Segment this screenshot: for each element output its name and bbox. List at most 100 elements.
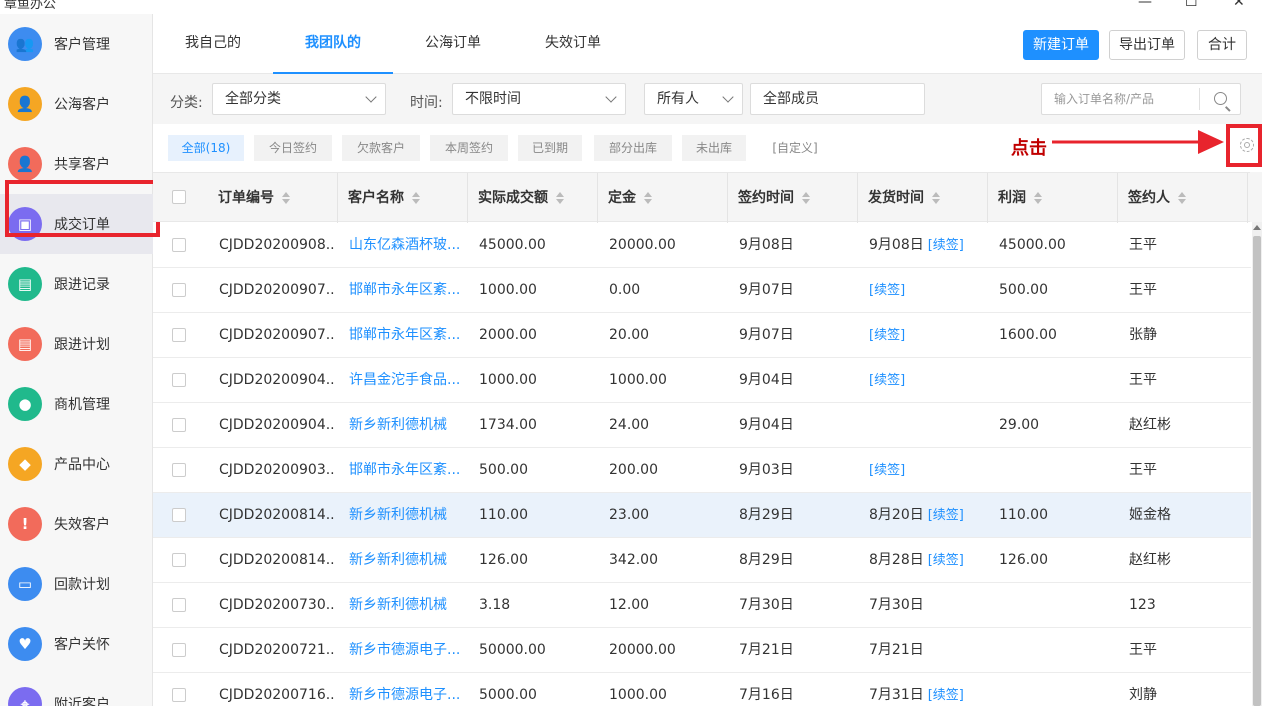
- customer-name-cell[interactable]: 新乡新利德机械: [349, 583, 465, 628]
- row-checkbox[interactable]: [172, 373, 186, 387]
- deposit-cell: 0.00: [609, 282, 641, 298]
- sidebar-item[interactable]: ◆ 产品中心: [0, 434, 153, 494]
- sort-icon[interactable]: [1178, 192, 1186, 204]
- sidebar-item[interactable]: ⌖ 附近客户: [0, 674, 153, 706]
- sort-icon[interactable]: [412, 192, 420, 204]
- time-select[interactable]: 不限时间: [452, 83, 626, 115]
- order-id-cell: CJDD20200904...: [219, 417, 335, 433]
- table-row[interactable]: CJDD20200907... 邯郸市永年区紊... 2000.00 20.00 9月0…: [153, 313, 1251, 358]
- category-select[interactable]: 全部分类: [212, 83, 386, 115]
- chip-not-outbound[interactable]: 未出库: [682, 135, 746, 161]
- customer-name-cell[interactable]: 邯郸市永年区紊...: [349, 448, 465, 493]
- renew-link[interactable]: [续签]: [928, 688, 964, 703]
- scroll-thumb[interactable]: [1253, 236, 1261, 706]
- scroll-up-icon[interactable]: [1253, 225, 1261, 230]
- chip-partial-outbound[interactable]: 部分出库: [594, 135, 672, 161]
- sort-icon[interactable]: [282, 192, 290, 204]
- row-checkbox[interactable]: [172, 508, 186, 522]
- column-header[interactable]: 利润: [988, 173, 1118, 223]
- column-header[interactable]: 订单编号: [208, 173, 338, 223]
- row-checkbox[interactable]: [172, 553, 186, 567]
- new-order-button[interactable]: 新建订单: [1023, 30, 1099, 60]
- signer-cell: 王平: [1129, 372, 1157, 388]
- table-row[interactable]: CJDD20200721... 新乡市德源电子... 50000.00 20000.0…: [153, 628, 1251, 673]
- customer-name-cell[interactable]: 新乡市德源电子...: [349, 673, 465, 706]
- renew-link[interactable]: [续签]: [928, 553, 964, 568]
- column-header[interactable]: 签约时间: [728, 173, 858, 223]
- row-checkbox[interactable]: [172, 328, 186, 342]
- column-header[interactable]: 签约人: [1118, 173, 1248, 223]
- renew-link[interactable]: [续签]: [928, 508, 964, 523]
- customer-name-cell[interactable]: 许昌金沱手食品...: [349, 358, 465, 403]
- renew-link[interactable]: [续签]: [869, 283, 905, 298]
- row-checkbox[interactable]: [172, 598, 186, 612]
- column-header[interactable]: 客户名称: [338, 173, 468, 223]
- customer-name-cell[interactable]: 山东亿森酒杯玻...: [349, 223, 465, 268]
- renew-link[interactable]: [续签]: [869, 463, 905, 478]
- maximize-icon[interactable]: ☐: [1185, 0, 1198, 10]
- owner-select[interactable]: 所有人: [644, 83, 743, 115]
- chip-today-signed[interactable]: 今日签约: [254, 135, 332, 161]
- chip-debt-customers[interactable]: 欠款客户: [342, 135, 420, 161]
- close-icon[interactable]: ✕: [1233, 0, 1245, 10]
- row-checkbox[interactable]: [172, 238, 186, 252]
- tab-team[interactable]: 我团队的: [273, 14, 393, 74]
- select-all-checkbox[interactable]: [172, 190, 186, 204]
- renew-link[interactable]: [续签]: [869, 328, 905, 343]
- column-header[interactable]: 定金: [598, 173, 728, 223]
- member-select[interactable]: 全部成员: [750, 83, 925, 115]
- table-row[interactable]: CJDD20200716... 新乡市德源电子... 5000.00 1000.00 7…: [153, 673, 1251, 706]
- vertical-scrollbar[interactable]: [1252, 222, 1262, 706]
- customer-name-cell[interactable]: 新乡新利德机械: [349, 493, 465, 538]
- sidebar-item[interactable]: ! 失效客户: [0, 494, 153, 554]
- customer-name-cell[interactable]: 邯郸市永年区紊...: [349, 313, 465, 358]
- customer-name-cell[interactable]: 新乡新利德机械: [349, 538, 465, 583]
- search-input[interactable]: [1042, 84, 1198, 114]
- row-checkbox[interactable]: [172, 688, 186, 702]
- sort-icon[interactable]: [932, 192, 940, 204]
- table-row[interactable]: CJDD20200904... 新乡新利德机械 1734.00 24.00 9月04日 2…: [153, 403, 1251, 448]
- row-checkbox[interactable]: [172, 463, 186, 477]
- row-checkbox[interactable]: [172, 643, 186, 657]
- sidebar-item[interactable]: ▣ 成交订单: [0, 194, 153, 254]
- customer-name-cell[interactable]: 新乡新利德机械: [349, 403, 465, 448]
- table-row[interactable]: CJDD20200814... 新乡新利德机械 110.00 23.00 8月29日 8月…: [153, 493, 1251, 538]
- customer-name-cell[interactable]: 邯郸市永年区紊...: [349, 268, 465, 313]
- row-checkbox[interactable]: [172, 283, 186, 297]
- tab-mine[interactable]: 我自己的: [153, 14, 273, 74]
- sort-icon[interactable]: [1034, 192, 1042, 204]
- table-row[interactable]: CJDD20200907... 邯郸市永年区紊... 1000.00 0.00 9月07…: [153, 268, 1251, 313]
- sidebar-item[interactable]: 👤 公海客户: [0, 74, 153, 134]
- minimize-icon[interactable]: —: [1138, 0, 1152, 10]
- chip-week-signed[interactable]: 本周签约: [430, 135, 508, 161]
- tab-invalid-orders[interactable]: 失效订单: [513, 14, 633, 74]
- tab-public-orders[interactable]: 公海订单: [393, 14, 513, 74]
- table-row[interactable]: CJDD20200904... 许昌金沱手食品... 1000.00 1000.00 9…: [153, 358, 1251, 403]
- sidebar-item[interactable]: 👤 共享客户: [0, 134, 153, 194]
- table-row[interactable]: CJDD20200908... 山东亿森酒杯玻... 45000.00 20000.0…: [153, 223, 1251, 268]
- renew-link[interactable]: [续签]: [928, 238, 964, 253]
- table-row[interactable]: CJDD20200814... 新乡新利德机械 126.00 342.00 8月29日 8…: [153, 538, 1251, 583]
- export-order-button[interactable]: 导出订单: [1109, 30, 1185, 60]
- column-header[interactable]: 发货时间: [858, 173, 988, 223]
- table-row[interactable]: CJDD20200903... 邯郸市永年区紊... 500.00 200.00 9月0…: [153, 448, 1251, 493]
- sidebar-item[interactable]: ▭ 回款计划: [0, 554, 153, 614]
- sidebar-item[interactable]: ▤ 跟进记录: [0, 254, 153, 314]
- sidebar-item[interactable]: ▤ 跟进计划: [0, 314, 153, 374]
- table-row[interactable]: CJDD20200730... 新乡新利德机械 3.18 12.00 7月30日 7月30…: [153, 583, 1251, 628]
- sum-button[interactable]: 合计: [1197, 30, 1247, 60]
- chip-expired[interactable]: 已到期: [518, 135, 582, 161]
- sort-icon[interactable]: [802, 192, 810, 204]
- chip-all[interactable]: 全部(18): [168, 135, 244, 161]
- row-checkbox[interactable]: [172, 418, 186, 432]
- column-header[interactable]: 实际成交额: [468, 173, 598, 223]
- sort-icon[interactable]: [644, 192, 652, 204]
- customer-name-cell[interactable]: 新乡市德源电子...: [349, 628, 465, 673]
- renew-link[interactable]: [续签]: [869, 373, 905, 388]
- sort-icon[interactable]: [556, 192, 564, 204]
- sidebar-item[interactable]: ♥ 客户关怀: [0, 614, 153, 674]
- chip-custom[interactable]: [自定义]: [760, 135, 830, 161]
- sidebar-item[interactable]: ● 商机管理: [0, 374, 153, 434]
- sidebar-item[interactable]: 👥 客户管理: [0, 14, 153, 74]
- search-icon[interactable]: [1214, 92, 1227, 105]
